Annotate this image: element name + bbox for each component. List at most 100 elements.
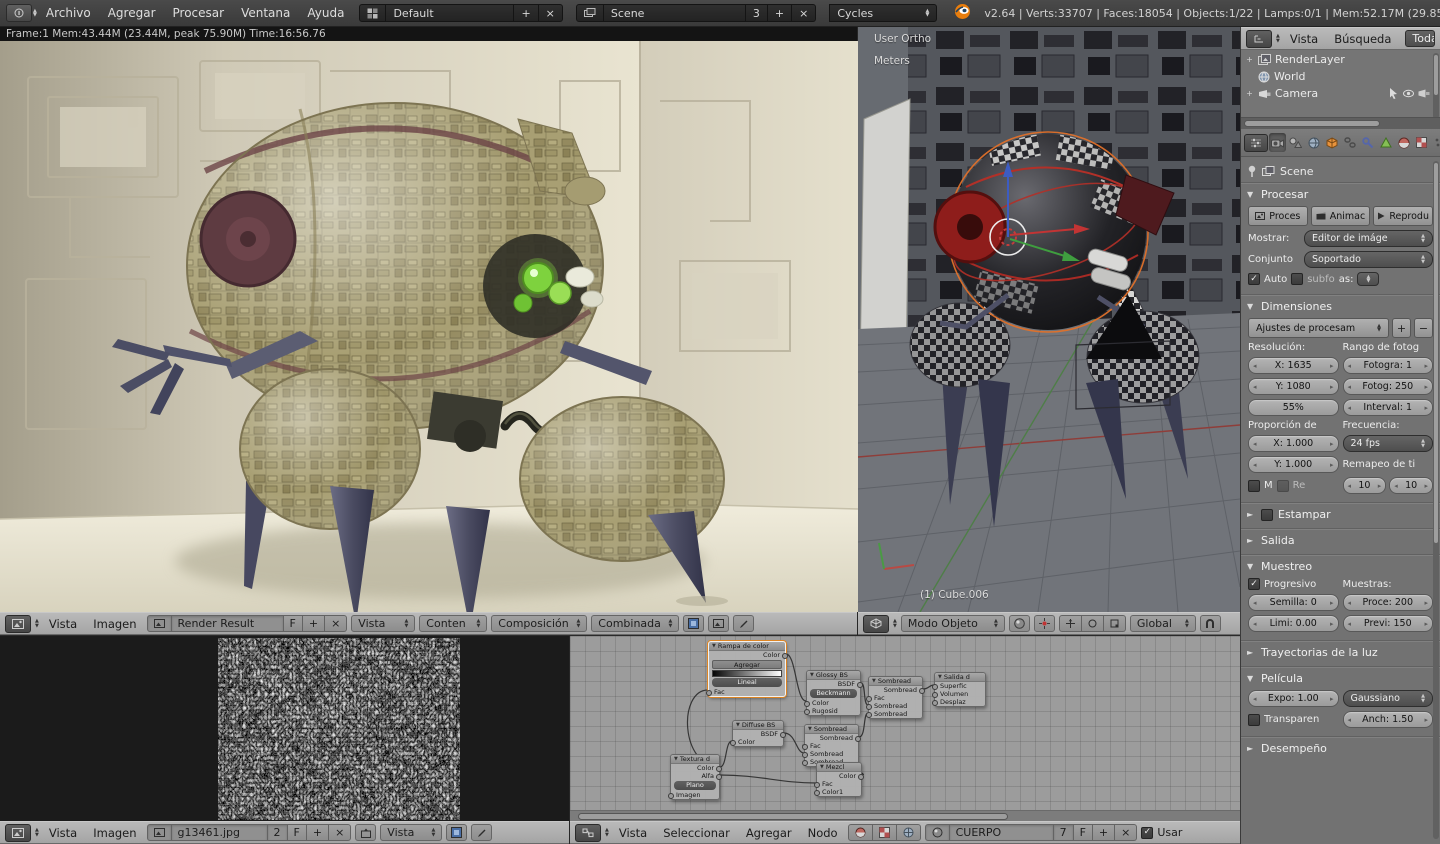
add-layout-button[interactable]: + xyxy=(514,4,538,22)
menu-archivo[interactable]: Archivo xyxy=(38,6,99,20)
delete-scene-button[interactable]: × xyxy=(792,4,816,22)
image-name-value[interactable]: Render Result xyxy=(172,615,284,632)
node-mix-shader-1[interactable]: ▼Sombread Sombread Fac Sombread Sombread xyxy=(868,676,923,719)
node-image-texture[interactable]: ▼Textura d Color Alfa Plano Imagen xyxy=(670,754,720,800)
menu-nodo[interactable]: Nodo xyxy=(802,826,844,840)
remove-preset-button[interactable]: − xyxy=(1414,318,1433,338)
viewport-3d[interactable]: User Ortho Meters (1) Cube.006 ▲▼ Modo O… xyxy=(858,27,1240,635)
viewport-editor-type-button[interactable] xyxy=(863,615,889,633)
slot-dropdown[interactable]: Vista▲▼ xyxy=(351,615,415,632)
display-mode-dropdown[interactable]: Vista ▲▼ xyxy=(380,824,442,841)
scene-users-count[interactable]: 3 xyxy=(746,4,768,22)
panel-sampling-header[interactable]: ▼ Muestreo xyxy=(1247,556,1434,577)
exposure-field[interactable]: ◂Expo: 1.00▸ xyxy=(1248,690,1339,707)
menu-procesar[interactable]: Procesar xyxy=(165,6,233,20)
outliner-display-dropdown[interactable]: Toda xyxy=(1405,30,1435,47)
tab-render[interactable] xyxy=(1269,133,1286,152)
display-channels-button[interactable] xyxy=(446,824,467,841)
remap-new-field[interactable]: ◂10▸ xyxy=(1389,477,1433,494)
remap-old-field[interactable]: ◂10▸ xyxy=(1343,477,1387,494)
material-nodes-icon[interactable] xyxy=(848,824,873,841)
node-material-output[interactable]: ▼Salida d Superfic Volumen Desplaz xyxy=(934,672,986,707)
menu-vista[interactable]: Vista xyxy=(1284,32,1324,46)
stamp-checkbox[interactable]: ✓ xyxy=(1261,509,1273,521)
menu-busqueda[interactable]: Búsqueda xyxy=(1328,32,1397,46)
menu-agregar[interactable]: Agregar xyxy=(740,826,798,840)
info-editor-type-button[interactable] xyxy=(6,4,32,22)
expand-icon[interactable]: + xyxy=(1245,55,1254,64)
editor-type-arrows-icon[interactable]: ▲▼ xyxy=(35,619,39,628)
scene-browse-icon[interactable] xyxy=(576,4,604,22)
add-scene-button[interactable]: + xyxy=(768,4,792,22)
tab-constraints[interactable] xyxy=(1341,133,1358,152)
resolution-percentage-slider[interactable]: 55% xyxy=(1248,399,1339,416)
resolution-y-field[interactable]: ◂Y: 1080▸ xyxy=(1248,378,1339,395)
editor-type-arrows-icon[interactable]: ▲▼ xyxy=(35,828,39,837)
resolution-x-field[interactable]: ◂X: 1635▸ xyxy=(1248,357,1339,374)
scene-name-value[interactable]: Scene xyxy=(604,4,746,22)
fake-user-button[interactable]: F xyxy=(284,615,303,632)
panel-film-header[interactable]: ▼ Película xyxy=(1247,668,1434,689)
pivot-point-dropdown[interactable] xyxy=(1034,615,1055,632)
use-nodes-toggle[interactable]: ✓ Usar xyxy=(1141,826,1182,839)
seed-field[interactable]: ◂Semilla: 0▸ xyxy=(1248,594,1339,611)
subfolder-checkbox[interactable]: ✓ xyxy=(1291,273,1303,285)
filter-width-field[interactable]: ◂Anch: 1.50▸ xyxy=(1343,711,1434,728)
mode-dropdown[interactable]: Modo Objeto▲▼ xyxy=(901,615,1005,632)
new-image-button[interactable]: + xyxy=(307,824,329,841)
tab-world[interactable] xyxy=(1305,133,1322,152)
fps-dropdown[interactable]: 24 fps▲▼ xyxy=(1343,435,1434,452)
tab-particles[interactable] xyxy=(1431,133,1440,152)
editor-type-arrows-icon[interactable]: ▲▼ xyxy=(1276,34,1280,43)
menu-vista[interactable]: Vista xyxy=(43,826,83,840)
menu-imagen[interactable]: Imagen xyxy=(87,617,142,631)
filter-type-dropdown[interactable]: Gaussiano▲▼ xyxy=(1343,690,1434,707)
aspect-y-field[interactable]: ◂Y: 1.000▸ xyxy=(1248,456,1339,473)
render-animation-button[interactable]: Animac xyxy=(1311,206,1371,226)
frame-step-field[interactable]: ◂Interval: 1▸ xyxy=(1343,399,1434,416)
engine-dropdown[interactable]: Cycles ▲▼ xyxy=(829,4,937,22)
menu-vista[interactable]: Vista xyxy=(43,617,83,631)
panel-performance-header[interactable]: ► Desempeño xyxy=(1247,738,1434,759)
paint-mode-button[interactable] xyxy=(471,824,492,841)
play-rendered-button[interactable]: Reprodu xyxy=(1373,206,1433,226)
eye-icon[interactable] xyxy=(1403,89,1414,98)
unlink-image-button[interactable]: × xyxy=(325,615,347,632)
image-editor-type-button[interactable] xyxy=(5,615,31,633)
scale-manipulator-icon[interactable] xyxy=(1104,615,1126,632)
properties-scrollbar[interactable] xyxy=(1433,161,1439,839)
panel-dimensions-header[interactable]: ▼ Dimensiones xyxy=(1247,296,1434,317)
outliner-item-world[interactable]: World xyxy=(1241,68,1434,85)
menu-agregar[interactable]: Agregar xyxy=(100,6,164,20)
camera-restrict-icon[interactable] xyxy=(1418,89,1430,98)
delete-layout-button[interactable]: × xyxy=(539,4,563,22)
outliner-item-camera[interactable]: + Camera xyxy=(1241,85,1434,102)
feature-set-dropdown[interactable]: Soportado ▲▼ xyxy=(1304,251,1433,268)
re-checkbox[interactable]: ✓ xyxy=(1277,480,1289,492)
m-checkbox[interactable]: ✓ xyxy=(1248,480,1260,492)
image-browse-icon[interactable] xyxy=(147,615,172,632)
rotate-manipulator-icon[interactable] xyxy=(1082,615,1104,632)
node-glossy-bsdf[interactable]: ▼Glossy BS BSDF Beckmann Color Rugosid xyxy=(806,670,861,716)
translate-manipulator-icon[interactable] xyxy=(1059,615,1082,632)
node-mix-shader-2[interactable]: ▼Sombread Sombread Fac Sombread Sombread xyxy=(804,724,859,767)
panel-output-header[interactable]: ► Salida xyxy=(1247,530,1434,551)
material-users-count[interactable]: 7 xyxy=(1054,824,1074,841)
transparent-checkbox[interactable]: ✓ xyxy=(1248,714,1260,726)
properties-editor-type-button[interactable] xyxy=(1244,134,1268,152)
tab-object-data[interactable] xyxy=(1377,133,1394,152)
material-name-value[interactable]: CUERPO xyxy=(950,824,1054,841)
editor-type-arrows-icon[interactable]: ▲▼ xyxy=(33,9,37,18)
auto-checkbox[interactable]: ✓ xyxy=(1248,273,1260,285)
outliner-editor-type-button[interactable] xyxy=(1246,30,1272,48)
tab-texture[interactable] xyxy=(1413,133,1430,152)
preview-samples-field[interactable]: ◂Previ: 150▸ xyxy=(1343,615,1434,632)
orientation-dropdown[interactable]: Global▲▼ xyxy=(1130,615,1196,632)
render-pass-dropdown[interactable]: Combinada▲▼ xyxy=(591,615,679,632)
display-channels-button[interactable] xyxy=(683,615,704,632)
image-users-count[interactable]: 2 xyxy=(268,824,288,841)
render-button[interactable]: Proces xyxy=(1248,206,1308,226)
aspect-x-field[interactable]: ◂X: 1.000▸ xyxy=(1248,435,1339,452)
fake-user-button[interactable]: F xyxy=(1074,824,1093,841)
editor-type-arrows-icon[interactable]: ▲▼ xyxy=(893,619,897,628)
